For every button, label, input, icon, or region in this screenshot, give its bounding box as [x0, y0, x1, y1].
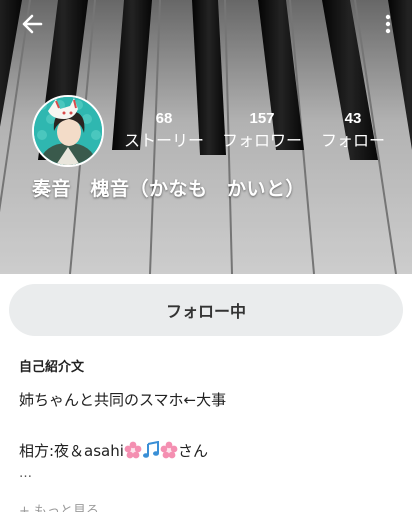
more-vert-icon [385, 14, 391, 34]
cherry-blossom-icon [124, 441, 142, 463]
bio-text: さん [177, 442, 208, 460]
stories-count: 68 [155, 110, 173, 127]
more-options-button[interactable] [376, 8, 400, 40]
following-stat[interactable]: 43 フォロー [318, 109, 388, 153]
arrow-left-icon [22, 14, 43, 34]
back-button[interactable] [14, 8, 50, 40]
profile-body: フォロー中 自己紹介文 姉ちゃんと共同のスマホ←大事 相方:夜＆asahi さん … [0, 274, 412, 512]
bio-text: 相方:夜＆asahi [19, 442, 124, 460]
music-note-icon [142, 440, 160, 463]
following-count: 43 [344, 110, 362, 127]
followers-label: フォロワー [221, 131, 302, 150]
show-more-link[interactable]: + もっと見る [19, 500, 99, 512]
followers-stat[interactable]: 157 フォロワー [220, 109, 304, 153]
bio-line: 姉ちゃんと共同のスマホ←大事 [19, 391, 227, 409]
following-label: フォロー [320, 131, 385, 150]
cherry-blossom-icon [160, 441, 178, 463]
following-button[interactable]: フォロー中 [9, 284, 403, 336]
profile-header: 68 ストーリー 157 フォロワー 43 フォロー 奏音 槐音（かなも かいと… [0, 0, 412, 274]
display-name: 奏音 槐音（かなも かいと） [32, 178, 306, 200]
avatar[interactable] [32, 95, 104, 167]
stories-stat[interactable]: 68 ストーリー [122, 109, 206, 153]
stories-label: ストーリー [123, 131, 204, 150]
followers-count: 157 [249, 110, 275, 127]
bio-line: 相方:夜＆asahi さん [19, 440, 208, 463]
bio-ellipsis: … [19, 466, 32, 481]
avatar-image [34, 97, 102, 165]
bio-heading: 自己紹介文 [19, 360, 85, 375]
